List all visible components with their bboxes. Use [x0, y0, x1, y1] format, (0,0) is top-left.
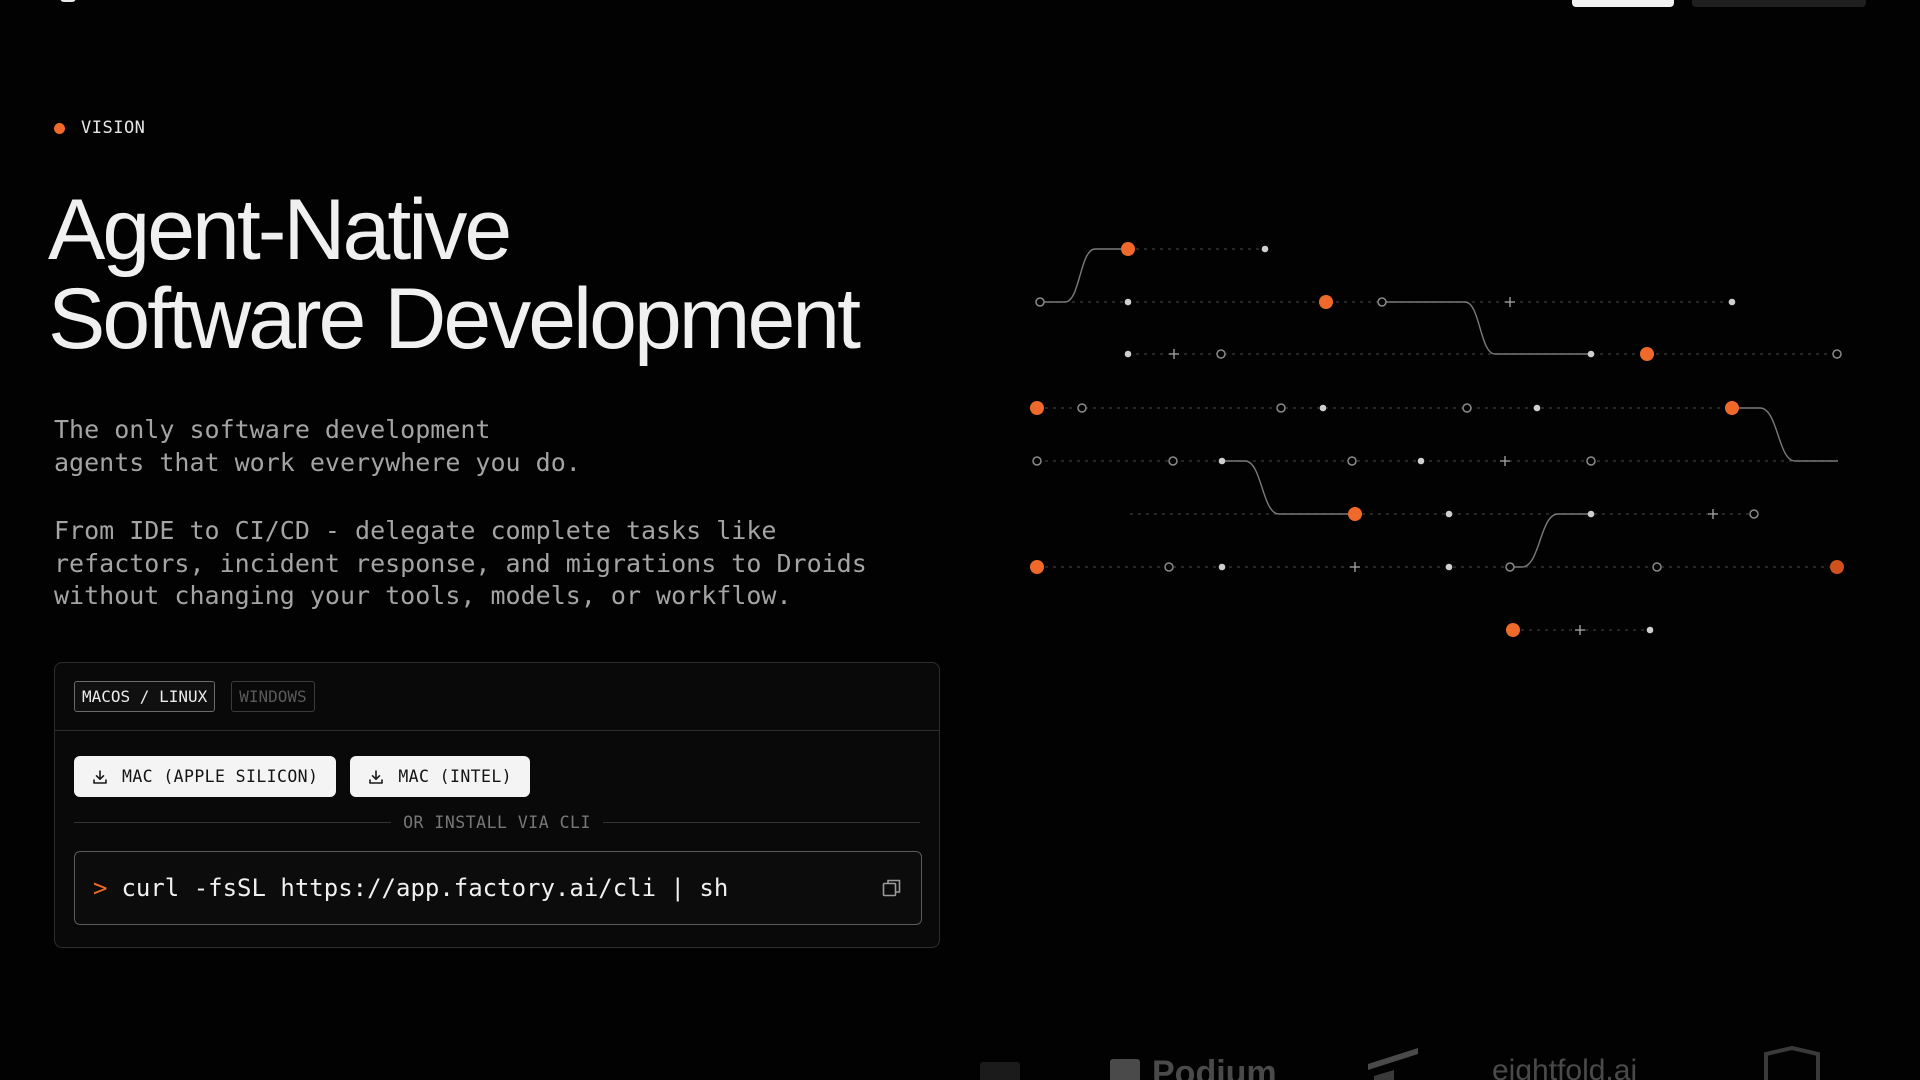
cli-command-box[interactable]: > curl -fsSL https://app.factory.ai/cli … [74, 851, 922, 925]
download-mac-apple-silicon-button[interactable]: MAC (APPLE SILICON) [74, 756, 337, 797]
install-card: MACOS / LINUX WINDOWS MAC (APPLE SILICON… [54, 662, 940, 948]
os-tabs: MACOS / LINUX WINDOWS [55, 663, 939, 731]
shield-logo [1764, 1046, 1820, 1080]
eyebrow-label: VISION [81, 118, 146, 138]
site-logo[interactable] [60, 0, 76, 2]
nav-primary-button[interactable] [1572, 0, 1674, 7]
graph-nodes [1030, 242, 1844, 637]
download-mac-intel-button[interactable]: MAC (INTEL) [350, 756, 531, 797]
hero-description-1: The only software development agents tha… [54, 414, 581, 479]
eyebrow-dot [54, 122, 65, 134]
eightfold-logo: eightfold.ai [1492, 1054, 1637, 1080]
tab-windows[interactable]: WINDOWS [231, 681, 315, 712]
podium-logo: Podium [1110, 1054, 1277, 1080]
tab-macos-linux[interactable]: MACOS / LINUX [74, 681, 216, 712]
agent-network-graph [1030, 242, 1844, 637]
divider-line [74, 821, 392, 823]
page-title-line-2: Software Development [48, 271, 861, 367]
eightfold-logo-text: eightfold.ai [1492, 1054, 1638, 1080]
cli-command[interactable]: curl -fsSL https://app.factory.ai/cli | … [121, 874, 881, 902]
podium-logo-mark [1110, 1058, 1140, 1080]
hero-description-1-line: The only software development [54, 415, 491, 444]
hero-description-2: From IDE to CI/CD - delegate complete ta… [54, 515, 867, 613]
customer-logos: Podium eightfold.ai [980, 1040, 1920, 1080]
hero-description-2-line: without changing your tools, models, or … [54, 581, 792, 610]
download-button-label: MAC (INTEL) [398, 767, 513, 786]
copy-icon[interactable] [881, 877, 903, 899]
nav-secondary-button[interactable] [1692, 0, 1866, 7]
hero-description-1-line: agents that work everywhere you do. [54, 447, 581, 477]
download-icon [92, 769, 108, 785]
page-title-line-1: Agent-Native [48, 182, 512, 278]
divider-line [602, 821, 920, 823]
cli-divider: OR INSTALL VIA CLI [74, 812, 920, 832]
divider-label: OR INSTALL VIA CLI [403, 812, 591, 832]
download-buttons: MAC (APPLE SILICON) MAC (INTEL) [74, 756, 531, 797]
hero-description-2-line: From IDE to CI/CD - delegate complete ta… [54, 516, 777, 545]
download-button-label: MAC (APPLE SILICON) [122, 767, 319, 786]
podium-logo-text: Podium [1152, 1054, 1277, 1080]
page-title: Agent-Native Software Development [48, 182, 861, 367]
customer-logo [980, 1062, 1020, 1080]
slash-logo [1368, 1048, 1418, 1080]
cli-prompt: > [93, 874, 108, 902]
hero-description-2-line: refactors, incident response, and migrat… [54, 548, 867, 578]
download-icon [368, 769, 384, 785]
section-eyebrow: VISION [54, 118, 145, 138]
